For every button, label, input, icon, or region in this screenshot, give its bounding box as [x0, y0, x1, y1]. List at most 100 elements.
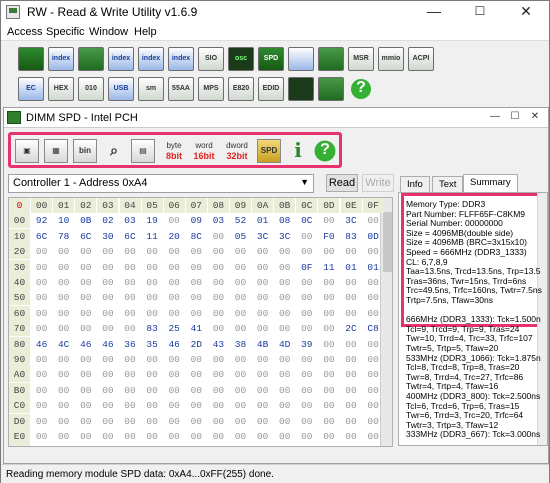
e820-icon[interactable]: E820	[228, 77, 254, 101]
hex-cell[interactable]: 36	[120, 337, 141, 352]
hex-cell[interactable]: 00	[318, 367, 339, 382]
hex-cell[interactable]: 00	[75, 306, 96, 321]
tab-text[interactable]: Text	[432, 176, 464, 192]
hex-cell[interactable]: 00	[274, 367, 295, 382]
hex-cell[interactable]: 00	[120, 290, 141, 305]
hex-cell[interactable]: 46	[31, 337, 52, 352]
hex-cell[interactable]: 3C	[274, 229, 295, 244]
spd-decode-icon[interactable]: SPD	[257, 139, 281, 163]
hex-cell[interactable]: 01	[341, 260, 362, 275]
hex-cell[interactable]: 4D	[274, 337, 295, 352]
hex-cell[interactable]: 2D	[186, 337, 207, 352]
sio-icon[interactable]: SIO	[198, 47, 224, 71]
hex-cell[interactable]: 00	[75, 429, 96, 444]
info-icon[interactable]: i	[286, 139, 310, 163]
hex-cell[interactable]: 46	[164, 337, 185, 352]
hex-cell[interactable]: 00	[31, 383, 52, 398]
hex-cell[interactable]: 00	[230, 275, 251, 290]
hex-cell[interactable]: 00	[341, 306, 362, 321]
hex-cell[interactable]: 00	[296, 275, 317, 290]
hex-cell[interactable]: 00	[208, 306, 229, 321]
hex-cell[interactable]: 00	[363, 306, 384, 321]
hex-cell[interactable]: 00	[318, 321, 339, 336]
hex-cell[interactable]: 00	[252, 414, 273, 429]
hex-cell[interactable]: 00	[208, 414, 229, 429]
hex-cell[interactable]: 00	[363, 444, 384, 446]
hex-cell[interactable]: 83	[142, 321, 163, 336]
hex-cell[interactable]: 00	[53, 414, 74, 429]
index-space-icon[interactable]: index	[138, 47, 164, 71]
hex-cell[interactable]: 6C	[75, 229, 96, 244]
hex-cell[interactable]: 00	[208, 244, 229, 259]
hex-cell[interactable]: 00	[164, 383, 185, 398]
smbios-icon[interactable]: sm	[138, 77, 164, 101]
hex-cell[interactable]: 35	[142, 337, 163, 352]
hex-cell[interactable]: 00	[142, 367, 163, 382]
hex-cell[interactable]: 00	[230, 244, 251, 259]
hex-cell[interactable]: 00	[230, 367, 251, 382]
hex-cell[interactable]: 00	[97, 275, 118, 290]
hex-cell[interactable]: 00	[296, 306, 317, 321]
table-icon[interactable]: ▤	[131, 139, 155, 163]
index-data-icon[interactable]: index	[48, 47, 74, 71]
menu-access[interactable]: Access	[7, 26, 42, 38]
hex-cell[interactable]: 00	[208, 444, 229, 446]
hex-cell[interactable]: 83	[341, 229, 362, 244]
hex-cell[interactable]: 00	[120, 429, 141, 444]
ata-icon[interactable]	[318, 77, 344, 101]
hex-cell[interactable]: 00	[341, 337, 362, 352]
hex-cell[interactable]: 00	[186, 398, 207, 413]
hex-grid[interactable]: 0 00 01 02 03 04 05 06 07 08 09 0A 0B 0C 0D 0E 0F 00 92 10 0…	[8, 197, 393, 447]
hex-cell[interactable]: 00	[164, 213, 185, 228]
hex-cell[interactable]: 00	[274, 352, 295, 367]
hex-cell[interactable]: 00	[230, 290, 251, 305]
hex-cell[interactable]: 00	[97, 352, 118, 367]
hex-cell[interactable]: 00	[363, 383, 384, 398]
hex-cell[interactable]: 43	[208, 337, 229, 352]
hex-cell[interactable]: 00	[252, 429, 273, 444]
smbus-icon[interactable]	[318, 47, 344, 71]
binary-icon[interactable]: 010	[78, 77, 104, 101]
hex-cell[interactable]: 00	[164, 367, 185, 382]
hex-cell[interactable]: 00	[363, 367, 384, 382]
hex-cell[interactable]: 41	[186, 321, 207, 336]
hex-cell[interactable]: 02	[97, 213, 118, 228]
hex-cell[interactable]: 0F	[296, 260, 317, 275]
hex-cell[interactable]: 00	[142, 290, 163, 305]
hex-cell[interactable]: 00	[274, 306, 295, 321]
pci-icon[interactable]	[18, 47, 44, 71]
hex-cell[interactable]: 00	[296, 244, 317, 259]
tab-info[interactable]: Info	[400, 176, 430, 192]
byte-8bit-button[interactable]: byte 8bit	[162, 139, 186, 163]
hex-cell[interactable]: 00	[318, 429, 339, 444]
hex-cell[interactable]: 00	[186, 290, 207, 305]
menu-window[interactable]: Window	[89, 26, 128, 38]
hex-cell[interactable]: 00	[186, 306, 207, 321]
hex-cell[interactable]: 00	[164, 398, 185, 413]
hex-cell[interactable]: 00	[186, 260, 207, 275]
hex-cell[interactable]: 52	[230, 213, 251, 228]
hex-cell[interactable]: 00	[142, 429, 163, 444]
save-all-icon[interactable]: ▦	[44, 139, 68, 163]
hex-cell[interactable]: 00	[186, 429, 207, 444]
hex-cell[interactable]: 00	[31, 275, 52, 290]
hex-cell[interactable]: 00	[341, 429, 362, 444]
hex-cell[interactable]: 00	[186, 444, 207, 446]
hex-cell[interactable]: 00	[97, 429, 118, 444]
hex-cell[interactable]: 00	[252, 398, 273, 413]
hex-cell[interactable]: 00	[31, 444, 52, 446]
hex-cell[interactable]: 00	[142, 260, 163, 275]
save-icon[interactable]: ▣	[15, 139, 39, 163]
hex-cell[interactable]: 11	[142, 229, 163, 244]
hex-cell[interactable]: 00	[318, 337, 339, 352]
hex-cell[interactable]: 2C	[341, 321, 362, 336]
hex-cell[interactable]: 00	[186, 383, 207, 398]
hex-cell[interactable]: 03	[208, 213, 229, 228]
hex-cell[interactable]: 00	[230, 429, 251, 444]
hex-cell[interactable]: 00	[142, 444, 163, 446]
oscilloscope-icon[interactable]: osc	[228, 47, 254, 71]
hex-cell[interactable]: 00	[208, 429, 229, 444]
ec-icon[interactable]: EC	[18, 77, 44, 101]
hex-cell[interactable]: 00	[97, 414, 118, 429]
child-close-button[interactable]: ✕	[528, 111, 542, 124]
